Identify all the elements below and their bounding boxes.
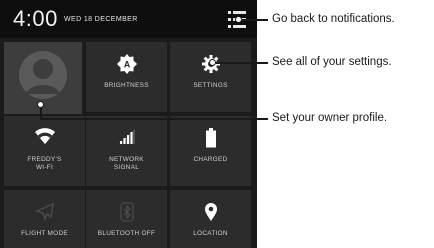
quick-settings-panel: 4:00 WED 18 DECEMBER A BRIGHTNESS SETTIN… [0, 0, 257, 248]
airplane-icon [34, 202, 54, 222]
status-bar: 4:00 WED 18 DECEMBER [0, 0, 257, 38]
wifi-icon [34, 128, 55, 144]
network-signal-label: NETWORK SIGNAL [109, 156, 144, 171]
date: WED 18 DECEMBER [64, 16, 138, 23]
svg-text:A: A [123, 60, 130, 70]
clock: 4:00 [13, 6, 58, 31]
brightness-auto-icon: A [116, 54, 137, 74]
notifications-callout-marker [235, 16, 242, 23]
battery-icon [205, 128, 216, 148]
bluetooth-tile[interactable]: BLUETOOTH OFF [86, 190, 167, 248]
profile-callout-marker [37, 101, 44, 108]
profile-callout-text: Set your owner profile. [272, 112, 388, 124]
wifi-tile[interactable]: FREDDY'S WI-FI [4, 116, 85, 186]
location-pin-icon [204, 203, 217, 221]
settings-label: SETTINGS [193, 82, 228, 89]
battery-label: CHARGED [193, 156, 228, 163]
brightness-label: BRIGHTNESS [104, 82, 149, 89]
settings-callout-marker [209, 59, 216, 66]
settings-callout-line [216, 62, 268, 64]
signal-icon [118, 129, 135, 144]
location-label: LOCATION [193, 230, 228, 237]
network-signal-tile[interactable]: NETWORK SIGNAL [86, 116, 167, 186]
notifications-callout-line-ext [256, 19, 268, 21]
location-tile[interactable]: LOCATION [170, 190, 251, 248]
notifications-callout-text: Go back to notifications. [272, 13, 395, 25]
battery-tile[interactable]: CHARGED [170, 116, 251, 186]
settings-tile[interactable]: SETTINGS [170, 42, 251, 112]
settings-callout-text: See all of your settings. [272, 56, 392, 68]
bluetooth-label: BLUETOOTH OFF [97, 230, 156, 237]
bluetooth-icon [119, 202, 134, 222]
brightness-tile[interactable]: A BRIGHTNESS [86, 42, 167, 112]
notifications-callout-line [242, 19, 256, 21]
flight-mode-label: FLIGHT MODE [21, 230, 68, 237]
flight-mode-tile[interactable]: FLIGHT MODE [4, 190, 85, 248]
wifi-label: FREDDY'S WI-FI [27, 156, 62, 171]
profile-callout-line [40, 118, 268, 120]
